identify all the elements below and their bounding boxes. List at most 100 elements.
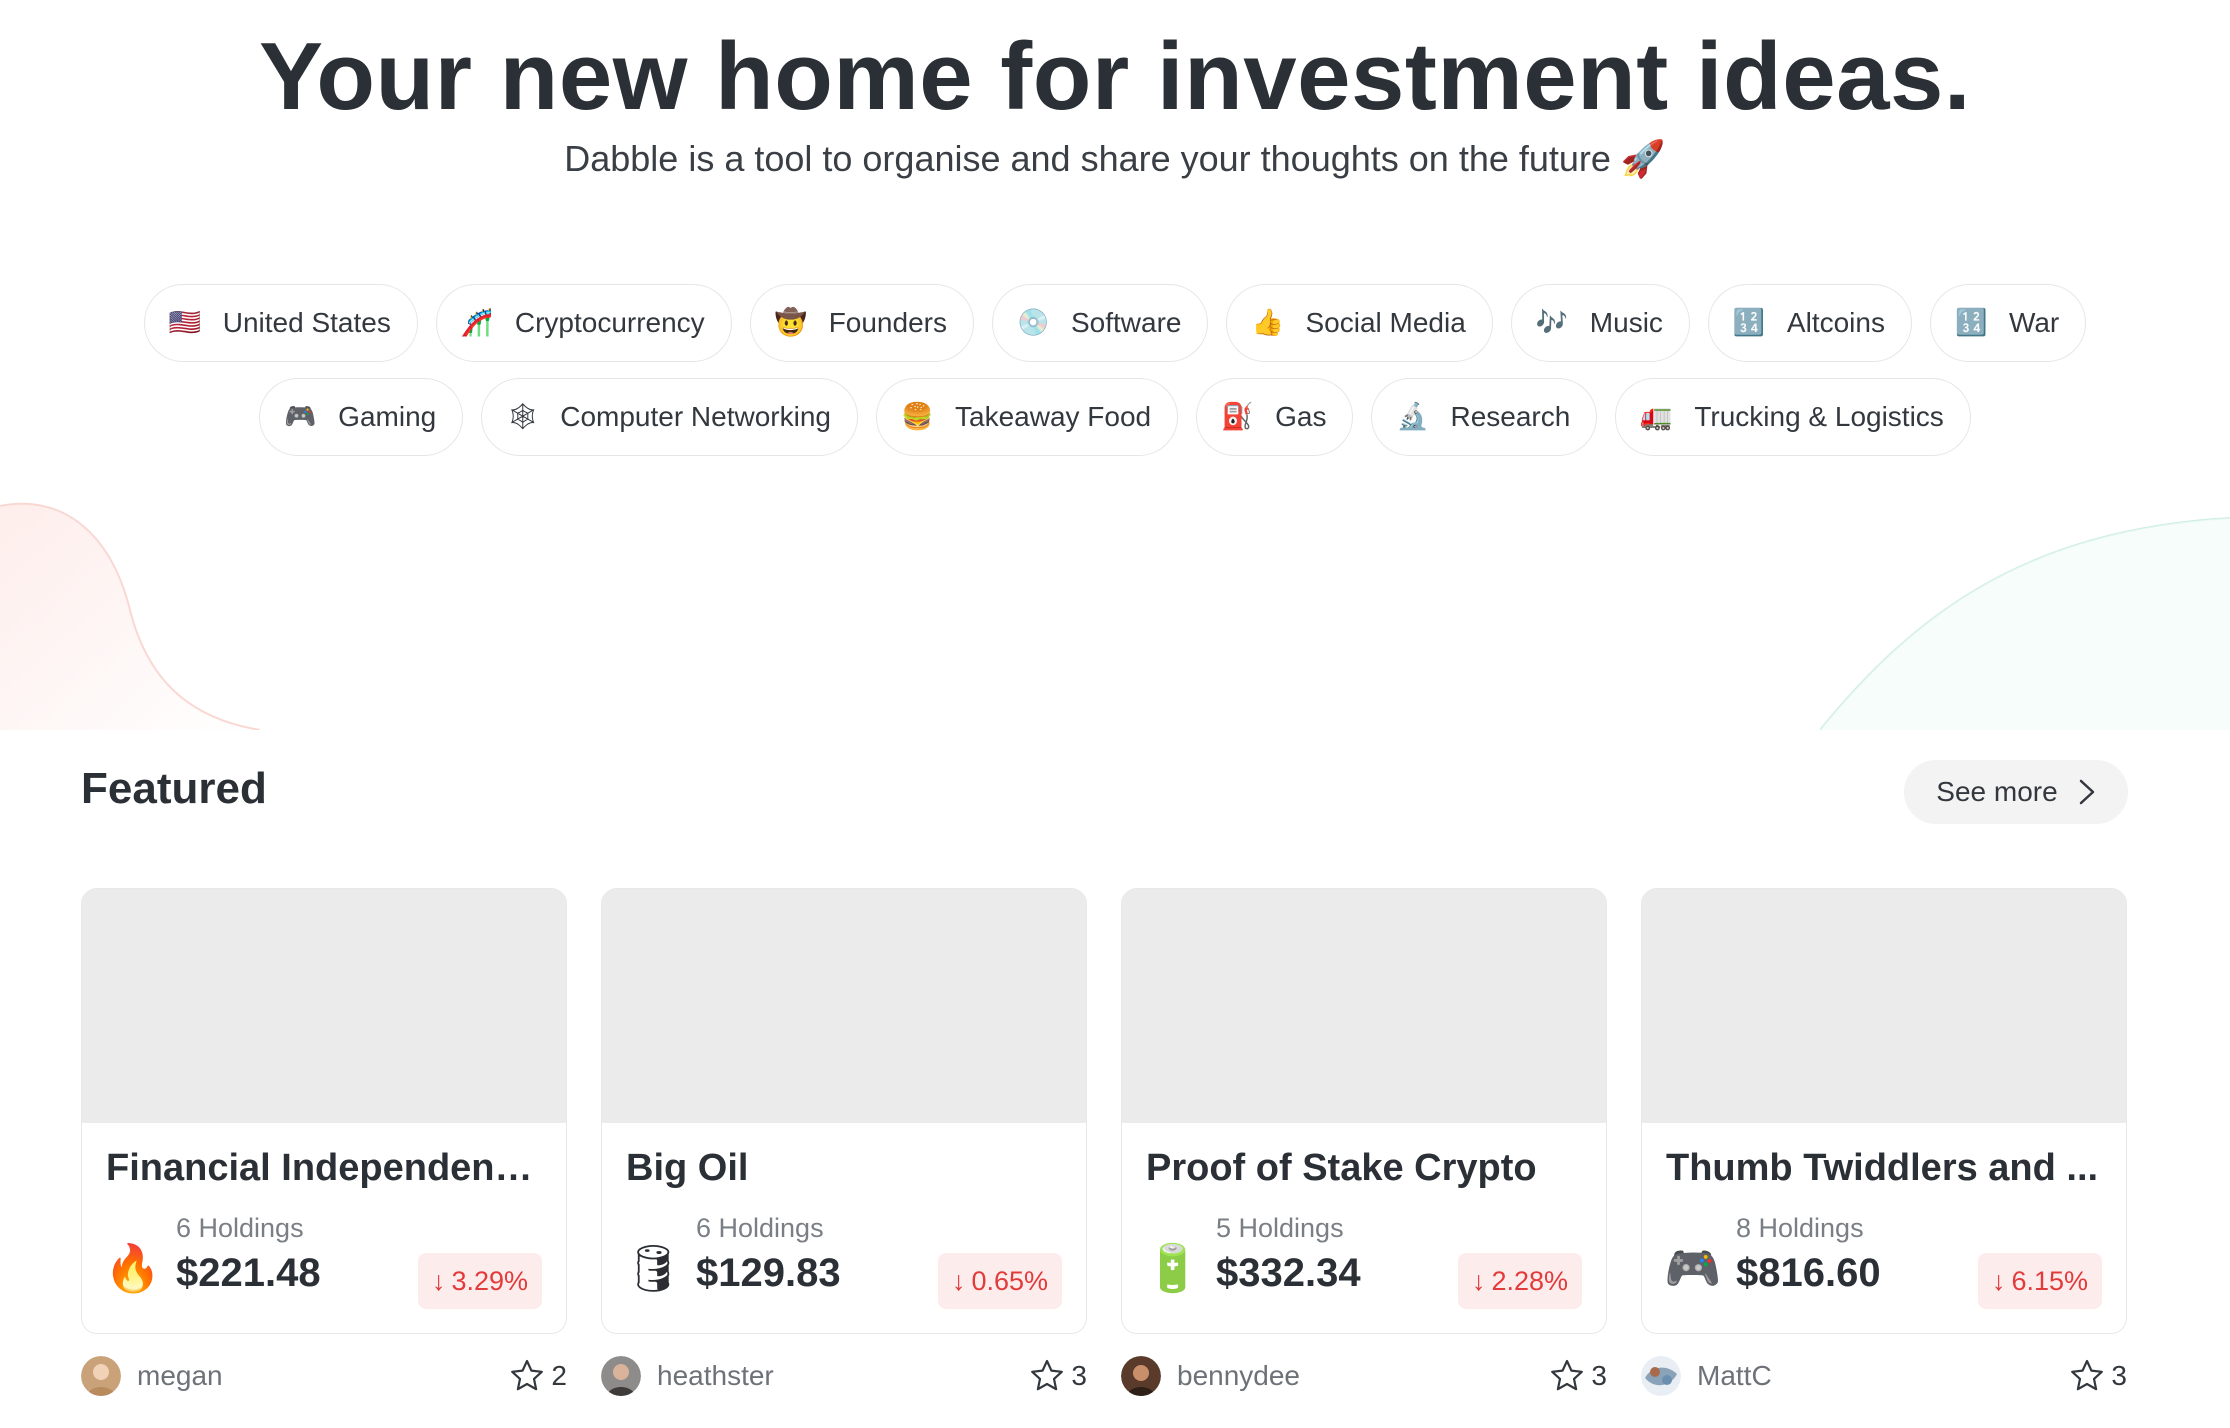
avatar[interactable]: [601, 1356, 641, 1396]
featured-card-column: Thumb Twiddlers and ... 🎮 8 Holdings $81…: [1641, 888, 2127, 1406]
see-more-label: See more: [1936, 776, 2058, 807]
tag-label: Social Media: [1305, 307, 1466, 338]
portfolio-price: $129.83: [696, 1251, 841, 1295]
portfolio-price: $332.34: [1216, 1251, 1361, 1295]
star-button[interactable]: 3: [2069, 1358, 2127, 1394]
star-icon: [2071, 1359, 2104, 1391]
card-footer: MattC 3: [1641, 1346, 2127, 1406]
featured-cards: Financial Independence... 🔥 6 Holdings $…: [81, 888, 2127, 1406]
fire-icon: 🔥: [104, 1241, 162, 1295]
binary-icon: 🔢: [1732, 308, 1766, 338]
holdings-count: 6 Holdings: [696, 1213, 824, 1243]
tag-gaming[interactable]: 🎮 Gaming: [259, 378, 464, 456]
star-icon: [1031, 1359, 1064, 1391]
tag-row-2: 🎮 Gaming 🕸 Computer Networking 🍔 Takeaway F…: [0, 378, 2230, 456]
avatar[interactable]: [1121, 1356, 1161, 1396]
tag-gas[interactable]: ⛽ Gas: [1196, 378, 1354, 456]
tag-takeaway-food[interactable]: 🍔 Takeaway Food: [876, 378, 1179, 456]
tag-label: Gas: [1275, 401, 1327, 432]
tag-cryptocurrency[interactable]: 🎢 Cryptocurrency: [435, 284, 732, 362]
hero-subtitle: Dabble is a tool to organise and share y…: [564, 138, 1666, 179]
card-footer: bennydee 3: [1121, 1346, 1607, 1406]
tag-label: Altcoins: [1786, 307, 1885, 338]
featured-card-column: Financial Independence... 🔥 6 Holdings $…: [81, 888, 567, 1406]
author-name[interactable]: MattC: [1697, 1360, 2069, 1392]
tag-social-media[interactable]: 👍 Social Media: [1226, 284, 1493, 362]
author-name[interactable]: megan: [137, 1360, 509, 1392]
microscope-icon: 🔬: [1396, 402, 1429, 432]
tag-music[interactable]: 🎶 Music: [1510, 284, 1690, 362]
tag-label: United States: [222, 307, 391, 338]
tag-altcoins[interactable]: 🔢 Altcoins: [1707, 284, 1912, 362]
price-change-badge: ↓ 0.65%: [937, 1253, 1062, 1309]
arrow-down-icon: ↓: [1471, 1265, 1486, 1296]
star-count: 3: [2111, 1360, 2127, 1391]
fuel-pump-icon: ⛽: [1221, 402, 1254, 432]
see-more-button[interactable]: See more: [1904, 760, 2128, 824]
avatar[interactable]: [1641, 1356, 1681, 1396]
disc-icon: 💿: [1016, 308, 1050, 338]
portfolio-name: Big Oil: [626, 1147, 749, 1189]
music-notes-icon: 🎶: [1535, 308, 1569, 338]
battery-icon: 🔋: [1144, 1241, 1202, 1295]
portfolio-card[interactable]: Financial Independence... 🔥 6 Holdings $…: [81, 888, 567, 1334]
portfolio-price: $816.60: [1736, 1251, 1881, 1295]
tag-label: Trucking & Logistics: [1694, 401, 1944, 432]
tag-trucking-logistics[interactable]: 🚛 Trucking & Logistics: [1615, 378, 1971, 456]
tag-computer-networking[interactable]: 🕸 Computer Networking: [481, 378, 858, 456]
star-count: 3: [1071, 1360, 1087, 1391]
cowboy-face-icon: 🤠: [774, 308, 808, 338]
star-count: 3: [1591, 1360, 1607, 1391]
decorative-blob-right: [1820, 517, 2230, 730]
star-button[interactable]: 3: [1029, 1358, 1087, 1394]
avatar[interactable]: [81, 1356, 121, 1396]
portfolio-name: Thumb Twiddlers and ...: [1666, 1147, 2099, 1189]
tag-label: Gaming: [338, 401, 437, 432]
arrow-down-icon: ↓: [1991, 1265, 2006, 1296]
tag-label: Research: [1450, 401, 1571, 432]
portfolio-price: $221.48: [176, 1251, 321, 1295]
binary-icon: 🔢: [1954, 308, 1988, 338]
card-footer: megan 2: [81, 1346, 567, 1406]
author-name[interactable]: bennydee: [1177, 1360, 1549, 1392]
tag-research[interactable]: 🔬 Research: [1371, 378, 1598, 456]
holdings-count: 5 Holdings: [1216, 1213, 1344, 1243]
tag-label: Takeaway Food: [955, 401, 1152, 432]
tag-united-states[interactable]: 🇺🇸 United States: [143, 284, 418, 362]
hero-title: Your new home for investment ideas.: [258, 23, 1972, 130]
price-change-badge: ↓ 6.15%: [1977, 1253, 2102, 1309]
arrow-down-icon: ↓: [951, 1265, 966, 1296]
featured-heading: Featured: [81, 764, 267, 813]
tag-software[interactable]: 💿 Software: [991, 284, 1209, 362]
card-thumbnail: [602, 889, 1086, 1123]
star-button[interactable]: 3: [1549, 1358, 1607, 1394]
tag-row-1: 🇺🇸 United States 🎢 Cryptocurrency 🤠 Founder…: [0, 284, 2230, 362]
author-name[interactable]: heathster: [657, 1360, 1029, 1392]
rollercoaster-icon: 🎢: [460, 308, 494, 338]
tag-war[interactable]: 🔢 War: [1929, 284, 2087, 362]
portfolio-card[interactable]: Big Oil 🛢 6 Holdings $129.83 ↓ 0.65%: [601, 888, 1087, 1334]
arrow-down-icon: ↓: [431, 1265, 446, 1296]
tag-label: Music: [1589, 307, 1663, 338]
holdings-count: 6 Holdings: [176, 1213, 304, 1243]
holdings-count: 8 Holdings: [1736, 1213, 1864, 1243]
star-icon: [511, 1359, 544, 1391]
featured-card-column: Proof of Stake Crypto 🔋 5 Holdings $332.…: [1121, 888, 1607, 1406]
tag-label: Founders: [828, 307, 947, 338]
card-thumbnail: [1642, 889, 2126, 1123]
portfolio-card[interactable]: Thumb Twiddlers and ... 🎮 8 Holdings $81…: [1641, 888, 2127, 1334]
us-flag-icon: 🇺🇸: [168, 308, 202, 338]
change-value: 0.65%: [971, 1265, 1048, 1296]
change-value: 2.28%: [1491, 1265, 1568, 1296]
card-footer: heathster 3: [601, 1346, 1087, 1406]
price-change-badge: ↓ 2.28%: [1457, 1253, 1582, 1309]
gamepad-icon: 🎮: [1664, 1241, 1722, 1295]
portfolio-card[interactable]: Proof of Stake Crypto 🔋 5 Holdings $332.…: [1121, 888, 1607, 1334]
tag-label: War: [2008, 307, 2060, 338]
tag-label: Computer Networking: [560, 401, 831, 432]
star-button[interactable]: 2: [509, 1358, 567, 1394]
price-change-badge: ↓ 3.29%: [417, 1253, 542, 1309]
thumbs-up-icon: 👍: [1251, 308, 1284, 338]
tag-founders[interactable]: 🤠 Founders: [749, 284, 974, 362]
decorative-blob-left: [0, 502, 260, 730]
